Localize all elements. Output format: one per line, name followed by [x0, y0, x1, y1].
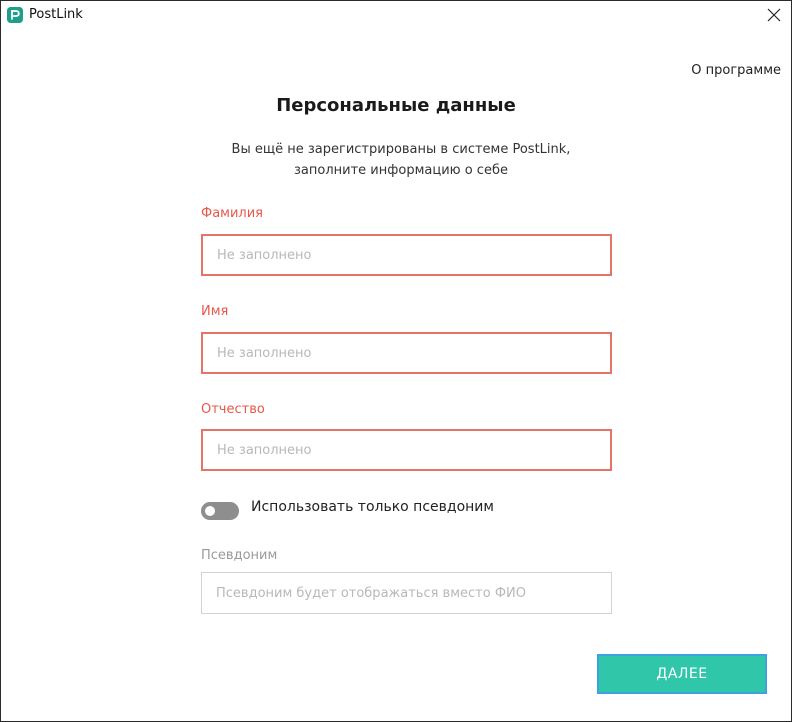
pseudonym-input[interactable] [201, 572, 612, 614]
pseudonym-toggle[interactable] [201, 502, 239, 520]
postlink-logo-icon [7, 7, 23, 23]
last-name-input[interactable] [201, 234, 612, 276]
toggle-knob [205, 506, 215, 516]
app-window: PostLink О программе Персональные данные… [0, 0, 792, 722]
subtitle-line-1: Вы ещё не зарегистрированы в системе Pos… [231, 142, 571, 157]
pseudonym-label: Псевдоним [201, 548, 278, 563]
close-button[interactable] [757, 1, 791, 29]
first-name-label: Имя [201, 304, 229, 319]
window-title: PostLink [29, 7, 83, 22]
middle-name-input[interactable] [201, 429, 612, 471]
middle-name-label: Отчество [201, 402, 265, 417]
page-title: Персональные данные [276, 95, 516, 116]
about-link[interactable]: О программе [691, 63, 781, 78]
subtitle-line-2: заполните информацию о себе [294, 163, 508, 178]
subtitle: Вы ещё не зарегистрированы в системе Pos… [151, 139, 651, 181]
next-button[interactable]: ДАЛЕЕ [597, 654, 767, 694]
close-icon [767, 8, 781, 22]
title-bar: PostLink [1, 1, 791, 29]
pseudonym-toggle-label: Использовать только псевдоним [251, 499, 494, 515]
first-name-input[interactable] [201, 332, 612, 374]
last-name-label: Фамилия [201, 206, 263, 221]
